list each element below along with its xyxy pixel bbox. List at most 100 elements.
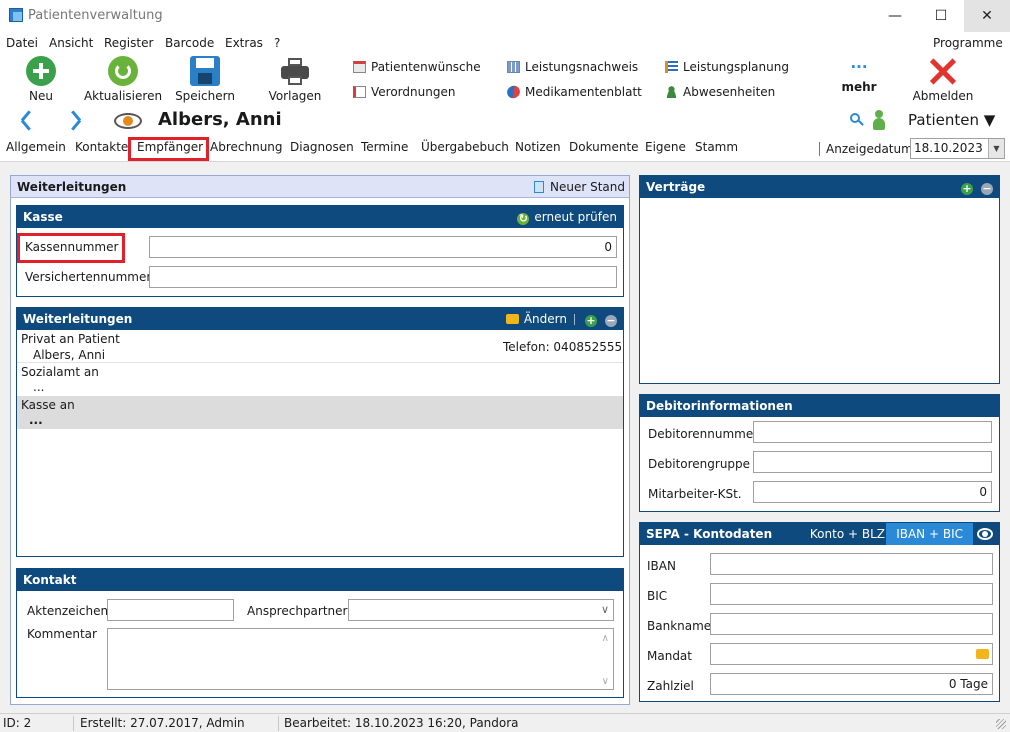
add-vertrag-button[interactable]: + xyxy=(961,176,973,198)
minimize-button[interactable]: — xyxy=(872,0,918,32)
verordnungen-button[interactable]: Verordnungen xyxy=(353,85,455,99)
resize-grip-icon[interactable] xyxy=(996,719,1006,729)
plus-icon xyxy=(26,56,56,86)
maximize-button[interactable]: ☐ xyxy=(918,0,964,32)
aendern-button[interactable]: Ändern xyxy=(505,308,567,330)
add-weiterleitung-button[interactable]: + xyxy=(585,308,597,330)
mehr-label: mehr xyxy=(841,80,877,94)
menu-help[interactable]: ? xyxy=(274,36,280,50)
debitorennummer-input[interactable] xyxy=(753,421,992,443)
tab-stamm[interactable]: Stamm xyxy=(695,140,738,154)
mandat-input[interactable] xyxy=(710,643,993,665)
anzeigedatum-value: 18.10.2023 xyxy=(914,141,983,155)
neu-button[interactable]: Neu xyxy=(16,56,66,103)
aktualisieren-button[interactable]: Aktualisieren xyxy=(83,56,163,103)
list-item[interactable]: Sozialamt an ... xyxy=(17,363,623,396)
speichern-button[interactable]: Speichern xyxy=(174,56,236,103)
scroll-down-icon[interactable]: ∨ xyxy=(602,675,609,689)
chevron-down-icon[interactable]: ▼ xyxy=(988,139,1004,158)
forward-arrow-icon[interactable] xyxy=(68,110,84,131)
tab-termine[interactable]: Termine xyxy=(361,140,408,154)
logout-x-icon xyxy=(928,56,958,86)
scroll-up-icon[interactable]: ∧ xyxy=(602,629,609,649)
tab-eigene[interactable]: Eigene xyxy=(645,140,686,154)
tab-uebergabebuch[interactable]: Übergabebuch xyxy=(421,140,509,154)
divider xyxy=(73,716,74,731)
kommentar-textarea[interactable]: ∧ ∨ xyxy=(107,628,614,690)
caret-down-icon: ▼ xyxy=(983,111,996,129)
kontakt-header: Kontakt xyxy=(17,569,623,591)
tab-dokumente[interactable]: Dokumente xyxy=(569,140,639,154)
kassennummer-input[interactable]: 0 xyxy=(149,236,617,258)
menu-programme[interactable]: Programme xyxy=(933,36,1003,50)
versichertennummer-label: Versichertennummer xyxy=(25,270,152,284)
leistungsnachweis-button[interactable]: Leistungsnachweis xyxy=(507,60,638,74)
konto-blz-toggle[interactable]: Konto + BLZ xyxy=(810,523,885,545)
aktenzeichen-input[interactable] xyxy=(107,599,234,621)
refresh-icon xyxy=(108,56,138,86)
menu-bar: Datei Ansicht Register Barcode Extras ? … xyxy=(0,32,1010,54)
neuer-stand-button[interactable]: Neuer Stand xyxy=(534,176,625,198)
list-item-selected[interactable]: Kasse an ... xyxy=(17,396,623,429)
prescription-icon xyxy=(353,86,366,98)
bic-input[interactable] xyxy=(710,583,993,605)
menu-ansicht[interactable]: Ansicht xyxy=(49,36,93,50)
list-item[interactable]: Privat an Patient Albers, Anni Telefon: … xyxy=(17,330,623,363)
tab-empfaenger[interactable]: Empfänger xyxy=(137,140,203,154)
menu-register[interactable]: Register xyxy=(104,36,153,50)
ansprechpartner-select[interactable]: ∨ xyxy=(348,599,614,621)
tab-notizen[interactable]: Notizen xyxy=(515,140,561,154)
vertraege-title: Verträge xyxy=(646,180,706,194)
search-icon[interactable] xyxy=(850,113,864,126)
tab-allgemein[interactable]: Allgemein xyxy=(6,140,66,154)
menu-barcode[interactable]: Barcode xyxy=(165,36,214,50)
bankname-input[interactable] xyxy=(710,613,993,635)
abwesenheiten-button[interactable]: Abwesenheiten xyxy=(665,85,775,99)
patient-person-icon[interactable] xyxy=(872,110,886,130)
tab-kontakte[interactable]: Kontakte xyxy=(75,140,128,154)
toolbar: Neu Aktualisieren Speichern Vorlagen Pat… xyxy=(0,54,1010,104)
versichertennummer-input[interactable] xyxy=(149,266,617,288)
kontakt-title: Kontakt xyxy=(23,573,77,587)
remove-weiterleitung-button[interactable]: − xyxy=(605,308,617,330)
status-bar: ID: 2 Erstellt: 27.07.2017, Admin Bearbe… xyxy=(0,713,1010,732)
vertraege-header: Verträge + − xyxy=(640,176,999,198)
abmelden-button[interactable]: Abmelden xyxy=(910,56,976,103)
patientenwuensche-button[interactable]: Patientenwünsche xyxy=(353,60,481,74)
iban-input[interactable] xyxy=(710,553,993,575)
bic-label: BIC xyxy=(647,589,668,603)
abmelden-label: Abmelden xyxy=(912,89,974,103)
eye-toggle-icon[interactable] xyxy=(977,528,993,540)
mehr-button[interactable]: ··· mehr xyxy=(835,58,883,94)
kasse-panel: Kasse ↻ erneut prüfen Kassennummer 0 Vers… xyxy=(16,205,624,297)
debitorengruppe-input[interactable] xyxy=(753,451,992,473)
remove-vertrag-button[interactable]: − xyxy=(981,176,993,198)
tab-diagnosen[interactable]: Diagnosen xyxy=(290,140,354,154)
divider xyxy=(819,142,820,156)
speichern-label: Speichern xyxy=(175,89,235,103)
iban-bic-toggle[interactable]: IBAN + BIC xyxy=(886,523,973,545)
weiterleitungen-outer-header: Weiterleitungen Neuer Stand xyxy=(11,176,629,198)
patienten-dropdown[interactable]: Patienten ▼ xyxy=(908,111,995,129)
menu-extras[interactable]: Extras xyxy=(225,36,263,50)
eye-icon[interactable] xyxy=(114,113,142,129)
menu-datei[interactable]: Datei xyxy=(6,36,38,50)
calendar-icon xyxy=(353,61,366,73)
vorlagen-button[interactable]: Vorlagen xyxy=(266,56,324,103)
leistungsplanung-button[interactable]: Leistungsplanung xyxy=(665,60,789,74)
folder-icon[interactable] xyxy=(976,649,989,659)
tab-abrechnung[interactable]: Abrechnung xyxy=(210,140,283,154)
weiterleitungen-title: Weiterleitungen xyxy=(23,312,133,326)
close-button[interactable]: ✕ xyxy=(964,0,1010,32)
anzeigedatum-picker[interactable]: 18.10.2023 ▼ xyxy=(910,138,1005,159)
zahlziel-label: Zahlziel xyxy=(647,679,694,693)
mitarbeiter-input[interactable]: 0 xyxy=(753,481,992,503)
status-erstellt: Erstellt: 27.07.2017, Admin xyxy=(80,716,245,730)
iban-label: IBAN xyxy=(647,559,676,573)
divider xyxy=(278,716,279,731)
zahlziel-input[interactable]: 0 Tage xyxy=(710,673,993,695)
debitor-title: Debitorinformationen xyxy=(646,399,793,413)
medikamentenblatt-button[interactable]: Medikamentenblatt xyxy=(504,83,642,101)
back-arrow-icon[interactable] xyxy=(18,110,34,131)
erneut-pruefen-button[interactable]: ↻ erneut prüfen xyxy=(517,206,617,228)
